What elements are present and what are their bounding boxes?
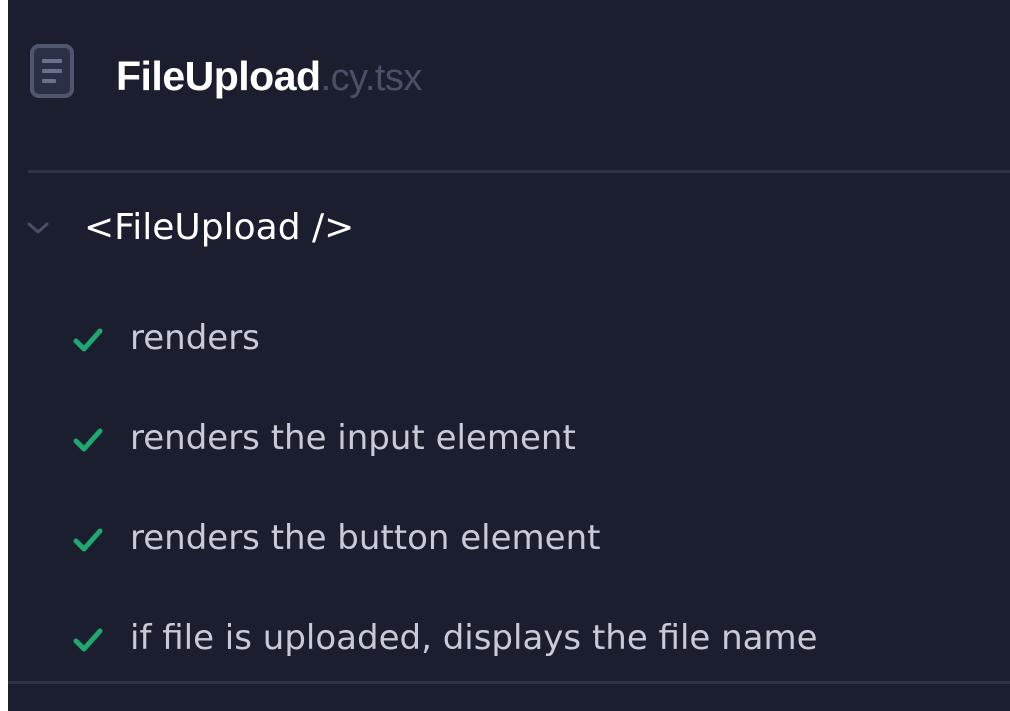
spec-file-basename: FileUpload (116, 53, 321, 99)
footer-divider (8, 681, 1010, 684)
test-row[interactable]: renders the input element (8, 404, 1010, 468)
test-row[interactable]: renders (8, 304, 1010, 368)
test-label: if file is uploaded, displays the file n… (130, 618, 818, 658)
spec-header: FileUpload.cy.tsx (8, 0, 1010, 170)
check-icon (72, 326, 104, 354)
test-label: renders (130, 318, 260, 358)
test-row[interactable]: renders the button element (8, 504, 1010, 568)
spec-file-extension: .cy.tsx (320, 57, 423, 99)
suite-title: <FileUpload /> (84, 207, 355, 248)
check-icon (72, 426, 104, 454)
test-row[interactable]: if file is uploaded, displays the file n… (8, 604, 1010, 668)
spec-runner-panel: FileUpload.cy.tsx <FileUpload /> renders… (8, 0, 1010, 711)
test-label: renders the button element (130, 518, 601, 558)
suite-row[interactable]: <FileUpload /> (8, 190, 1010, 270)
test-label: renders the input element (130, 418, 576, 458)
check-icon (72, 526, 104, 554)
check-icon (72, 626, 104, 654)
chevron-down-icon[interactable] (26, 220, 50, 236)
header-divider (28, 170, 1010, 173)
document-icon (30, 44, 74, 98)
spec-file-name[interactable]: FileUpload.cy.tsx (116, 44, 422, 108)
